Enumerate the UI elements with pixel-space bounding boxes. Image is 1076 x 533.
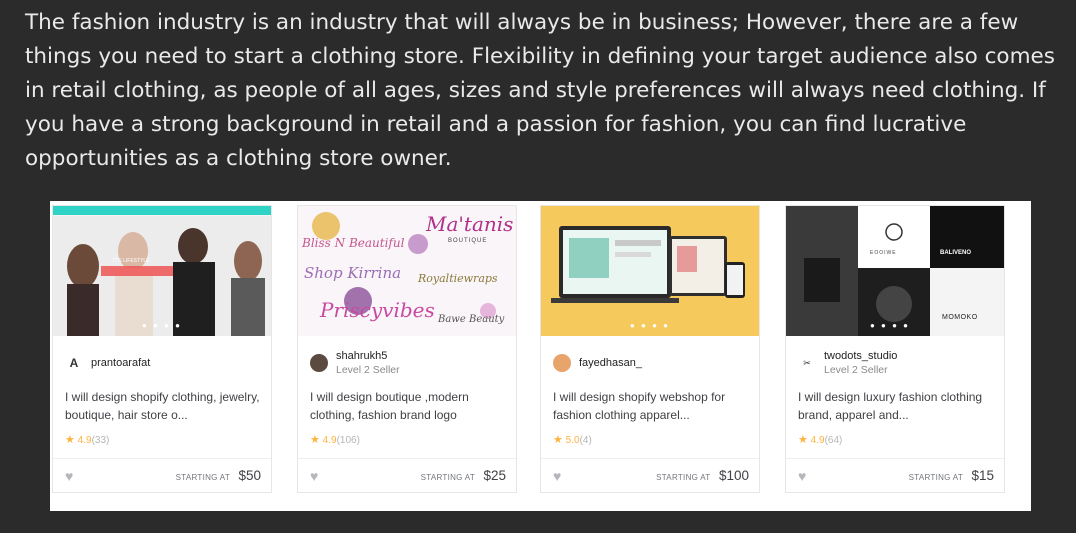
carousel-dots[interactable]: ● ● ● ●: [870, 321, 910, 330]
gig-card[interactable]: ● ● ● ● fayedhasan_ I will design shopif…: [540, 205, 760, 493]
gig-title[interactable]: I will design shopify webshop for fashio…: [553, 388, 751, 424]
gig-thumbnail-image: [53, 216, 271, 336]
gig-price: $100: [718, 468, 749, 483]
gig-thumbnail[interactable]: Bliss N Beautiful Ma'tanis BOUTIQUE Shop…: [298, 206, 516, 336]
gig-rating: ★ 5.0(4): [553, 433, 592, 446]
gig-price: $25: [483, 468, 506, 483]
thumb-logo-text: BOUTIQUE: [448, 238, 488, 244]
gig-rating: ★ 4.9(106): [310, 433, 360, 446]
thumb-logo-text: Priscyvibes: [320, 298, 435, 322]
seller-name[interactable]: prantoarafat: [91, 357, 150, 369]
thumb-logo-text: Shop Kirrina: [304, 264, 402, 282]
seller-info[interactable]: ✂ twodots_studio Level 2 Seller: [798, 348, 897, 378]
price-block[interactable]: STARTING AT $15: [909, 467, 994, 485]
gig-title[interactable]: I will design shopify clothing, jewelry,…: [65, 388, 263, 424]
rating-value: 4.9: [810, 435, 825, 446]
gig-card[interactable]: Bliss N Beautiful Ma'tanis BOUTIQUE Shop…: [297, 205, 517, 493]
gig-cards-panel: IT'S LIFESTYLE ● ● ● ● A prantoarafat I …: [50, 201, 1031, 511]
seller-name[interactable]: shahrukh5: [336, 350, 400, 362]
review-count: (33): [91, 435, 110, 446]
heart-icon[interactable]: ♥: [65, 468, 73, 484]
star-icon: ★: [798, 434, 808, 446]
rating-value: 4.9: [77, 435, 92, 446]
starting-at-label: STARTING AT: [420, 473, 476, 482]
starting-at-label: STARTING AT: [175, 473, 231, 482]
heart-icon[interactable]: ♥: [553, 468, 561, 484]
gig-thumbnail[interactable]: IT'S LIFESTYLE ● ● ● ●: [53, 206, 271, 336]
star-icon: ★: [65, 434, 75, 446]
seller-avatar-icon: ✂: [798, 354, 816, 372]
gig-footer: ♥ STARTING AT $25: [298, 458, 516, 493]
seller-info[interactable]: fayedhasan_: [553, 348, 642, 378]
starting-at-label: STARTING AT: [908, 473, 964, 482]
thumb-logo-text: EOOIWE: [870, 250, 897, 256]
rating-value: 5.0: [565, 435, 580, 446]
thumb-logo-text: Bawe Beauty: [438, 314, 505, 325]
seller-level: Level 2 Seller: [824, 364, 888, 376]
carousel-dots[interactable]: ● ● ● ●: [541, 321, 759, 330]
thumb-logo-text: MOMOKO: [942, 314, 978, 321]
thumb-logo-text: Royaltiewraps: [418, 272, 498, 285]
rating-value: 4.9: [322, 435, 337, 446]
thumb-logo-text: BALIVENO: [940, 250, 972, 256]
carousel-dots[interactable]: ● ● ● ●: [53, 321, 271, 330]
gig-thumbnail[interactable]: EOOIWE BALIVENO MOMOKO ● ● ● ●: [786, 206, 1004, 336]
starting-at-label: STARTING AT: [656, 473, 711, 482]
seller-name[interactable]: fayedhasan_: [579, 357, 642, 369]
review-count: (106): [336, 435, 360, 446]
review-count: (4): [579, 435, 592, 446]
gig-footer: ♥ STARTING AT $100: [541, 458, 759, 493]
price-block[interactable]: STARTING AT $25: [421, 467, 506, 485]
article-paragraph: The fashion industry is an industry that…: [25, 10, 1055, 171]
gig-thumbnail-image: [551, 226, 745, 303]
thumb-caption: IT'S LIFESTYLE: [113, 258, 150, 264]
star-icon: ★: [553, 434, 563, 446]
thumb-logo-text: Bliss N Beautiful: [302, 236, 405, 250]
gig-title[interactable]: I will design boutique ,modern clothing,…: [310, 388, 508, 424]
seller-avatar-icon: [310, 354, 328, 372]
gig-card[interactable]: IT'S LIFESTYLE ● ● ● ● A prantoarafat I …: [52, 205, 272, 493]
seller-avatar-icon: [553, 354, 571, 372]
review-count: (64): [824, 435, 843, 446]
star-icon: ★: [310, 434, 320, 446]
gig-footer: ♥ STARTING AT $15: [786, 458, 1004, 493]
gig-price: $50: [238, 468, 261, 483]
gig-price: $15: [971, 468, 994, 483]
gig-rating: ★ 4.9(64): [798, 433, 842, 446]
price-block[interactable]: STARTING AT $50: [176, 467, 261, 485]
gig-title[interactable]: I will design luxury fashion clothing br…: [798, 388, 996, 424]
thumb-logo-text: Ma'tanis: [426, 212, 514, 236]
seller-avatar-icon: A: [65, 354, 83, 372]
gig-footer: ♥ STARTING AT $50: [53, 458, 271, 493]
seller-info[interactable]: A prantoarafat: [65, 348, 150, 378]
seller-info[interactable]: shahrukh5 Level 2 Seller: [310, 348, 400, 378]
gig-card[interactable]: EOOIWE BALIVENO MOMOKO ● ● ● ● ✂ twodots…: [785, 205, 1005, 493]
heart-icon[interactable]: ♥: [310, 468, 318, 484]
seller-name[interactable]: twodots_studio: [824, 350, 897, 362]
gig-thumbnail[interactable]: ● ● ● ●: [541, 206, 759, 336]
heart-icon[interactable]: ♥: [798, 468, 806, 484]
gig-rating: ★ 4.9(33): [65, 433, 109, 446]
price-block[interactable]: STARTING AT $100: [656, 467, 749, 485]
seller-level: Level 2 Seller: [336, 364, 400, 376]
